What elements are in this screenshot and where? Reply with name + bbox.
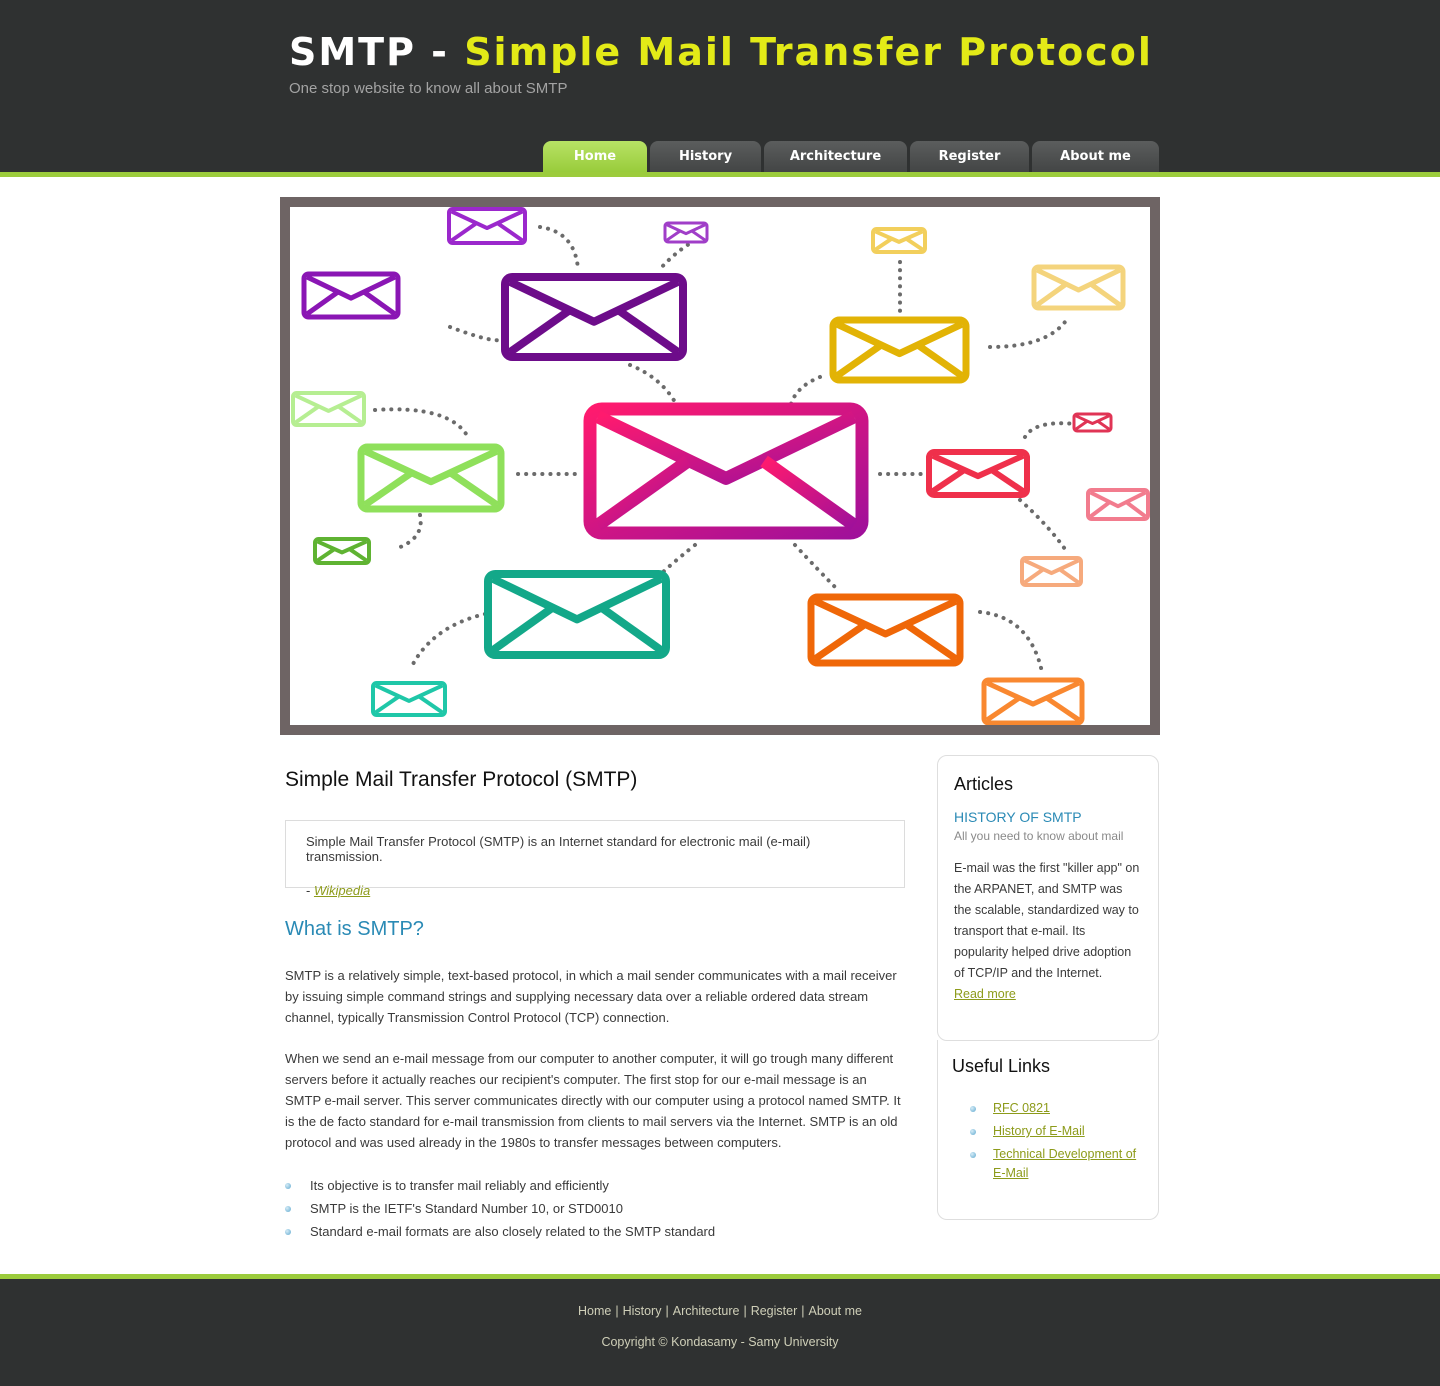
dotted-connector xyxy=(988,320,1067,349)
article-title: HISTORY OF SMTP xyxy=(954,809,1082,825)
mail-network-illustration-icon xyxy=(291,207,1150,725)
envelope-icon xyxy=(447,207,527,245)
footer-nav: Home | History | Architecture | Register | About… xyxy=(0,1304,1440,1318)
list-item-text: SMTP is the IETF's Standard Number 10, o… xyxy=(310,1201,623,1216)
envelope-icon xyxy=(1031,264,1126,311)
main-nav: Home History Architecture Register About… xyxy=(543,141,1162,172)
list-item: History of E-Mail xyxy=(952,1122,1144,1141)
useful-links-heading: Useful Links xyxy=(952,1056,1051,1076)
detail-paragraph: When we send an e-mail message from our … xyxy=(285,1051,901,1150)
feature-list: Its objective is to transfer mail reliab… xyxy=(285,1174,905,1243)
envelope-icon xyxy=(291,391,366,427)
quote-text: Simple Mail Transfer Protocol (SMTP) is … xyxy=(306,834,811,864)
dotted-connector xyxy=(793,543,837,589)
dotted-connector xyxy=(448,325,502,343)
list-item: Standard e-mail formats are also closely… xyxy=(285,1220,905,1243)
footer-separator: | xyxy=(801,1304,805,1318)
intro-paragraph: SMTP is a relatively simple, text-based … xyxy=(285,968,897,1025)
list-item: SMTP is the IETF's Standard Number 10, o… xyxy=(285,1197,905,1220)
envelope-icon xyxy=(1020,556,1083,587)
banner-image xyxy=(290,207,1150,725)
article-subtitle: All you need to know about mail xyxy=(954,829,1124,843)
sidebar: Articles HISTORY OF SMTP All you need to… xyxy=(937,755,1159,1220)
dotted-connector xyxy=(628,363,677,404)
envelope-icon xyxy=(829,316,970,384)
site-tagline: One stop website to know all about SMTP xyxy=(289,80,568,97)
section-heading: What is SMTP? xyxy=(285,918,424,940)
envelope-icon xyxy=(501,273,687,361)
envelope-icon xyxy=(807,593,964,667)
quote-prefix: - xyxy=(306,883,314,898)
dotted-connector xyxy=(1018,498,1069,554)
article-text: E-mail was the first "killer app" on the… xyxy=(954,861,1140,980)
footer-link-register[interactable]: Register xyxy=(751,1304,798,1318)
banner-frame xyxy=(280,197,1160,735)
history-of-email-link[interactable]: History of E-Mail xyxy=(993,1124,1085,1138)
read-more-link[interactable]: Read more xyxy=(954,987,1016,1001)
footer-link-about-me[interactable]: About me xyxy=(808,1304,862,1318)
site-footer: Home | History | Architecture | Register | About… xyxy=(0,1279,1440,1386)
quote-box: Simple Mail Transfer Protocol (SMTP) is … xyxy=(285,820,905,898)
nav-tab-register[interactable]: Register xyxy=(910,141,1029,172)
useful-links-list: RFC 0821 History of E-Mail Technical Dev… xyxy=(952,1099,1144,1183)
dotted-connector xyxy=(1023,421,1077,439)
list-item-text: Its objective is to transfer mail reliab… xyxy=(310,1178,609,1193)
articles-heading: Articles xyxy=(954,774,1014,794)
envelope-icon xyxy=(926,449,1030,498)
dotted-connector xyxy=(373,407,470,439)
bullet-icon xyxy=(970,1152,976,1158)
nav-accent-line xyxy=(0,172,1440,177)
site-title-main: Simple Mail Transfer Protocol xyxy=(464,30,1153,74)
copyright-text: Copyright © Kondasamy - Samy University xyxy=(601,1335,839,1349)
rfc-0821-link[interactable]: RFC 0821 xyxy=(993,1101,1050,1115)
nav-tab-home[interactable]: Home xyxy=(543,141,647,172)
technical-development-link[interactable]: Technical Development of E-Mail xyxy=(993,1147,1136,1180)
site-title-prefix: SMTP - xyxy=(289,30,465,74)
envelope-icon xyxy=(1086,488,1150,521)
envelope-icon xyxy=(371,681,447,717)
nav-tab-architecture[interactable]: Architecture xyxy=(764,141,907,172)
envelope-icon xyxy=(1072,412,1113,433)
list-item: Technical Development of E-Mail xyxy=(952,1145,1144,1183)
quote-source: - Wikipedia xyxy=(306,883,884,898)
list-item: RFC 0821 xyxy=(952,1099,1144,1118)
footer-separator: | xyxy=(665,1304,669,1318)
dotted-connector xyxy=(658,543,697,577)
site-title: SMTP - Simple Mail Transfer Protocol xyxy=(289,30,1153,74)
envelope-icon xyxy=(871,227,927,254)
articles-box: Articles HISTORY OF SMTP All you need to… xyxy=(937,755,1159,1041)
wikipedia-link[interactable]: Wikipedia xyxy=(314,883,370,898)
dotted-connector xyxy=(393,513,423,551)
useful-links-box: Useful Links RFC 0821 History of E-Mail … xyxy=(937,1040,1159,1220)
dotted-connector xyxy=(408,612,487,672)
nav-tab-history[interactable]: History xyxy=(650,141,761,172)
footer-link-history[interactable]: History xyxy=(623,1304,662,1318)
envelope-icon xyxy=(313,537,371,565)
page-title: Simple Mail Transfer Protocol (SMTP) xyxy=(285,768,638,791)
envelope-icon xyxy=(583,402,869,540)
list-item-text: Standard e-mail formats are also closely… xyxy=(310,1224,716,1239)
bullet-icon xyxy=(970,1106,976,1112)
envelope-icon xyxy=(981,677,1085,725)
site-header: SMTP - Simple Mail Transfer Protocol One… xyxy=(0,0,1440,172)
main-content: Simple Mail Transfer Protocol (SMTP) Sim… xyxy=(285,768,905,1243)
bullet-icon xyxy=(970,1129,976,1135)
footer-separator: | xyxy=(743,1304,747,1318)
footer-link-home[interactable]: Home xyxy=(578,1304,611,1318)
dotted-connector xyxy=(538,225,580,271)
envelope-icon xyxy=(484,570,670,659)
envelope-icon xyxy=(357,443,505,513)
dotted-connector xyxy=(978,610,1044,674)
bullet-icon xyxy=(285,1183,291,1189)
bullet-icon xyxy=(285,1229,291,1235)
list-item: Its objective is to transfer mail reliab… xyxy=(285,1174,905,1197)
envelope-icon xyxy=(663,221,709,244)
envelope-icon xyxy=(301,271,401,320)
bullet-icon xyxy=(285,1206,291,1212)
footer-separator: | xyxy=(615,1304,619,1318)
nav-tab-about-me[interactable]: About me xyxy=(1032,141,1159,172)
footer-link-architecture[interactable]: Architecture xyxy=(673,1304,740,1318)
